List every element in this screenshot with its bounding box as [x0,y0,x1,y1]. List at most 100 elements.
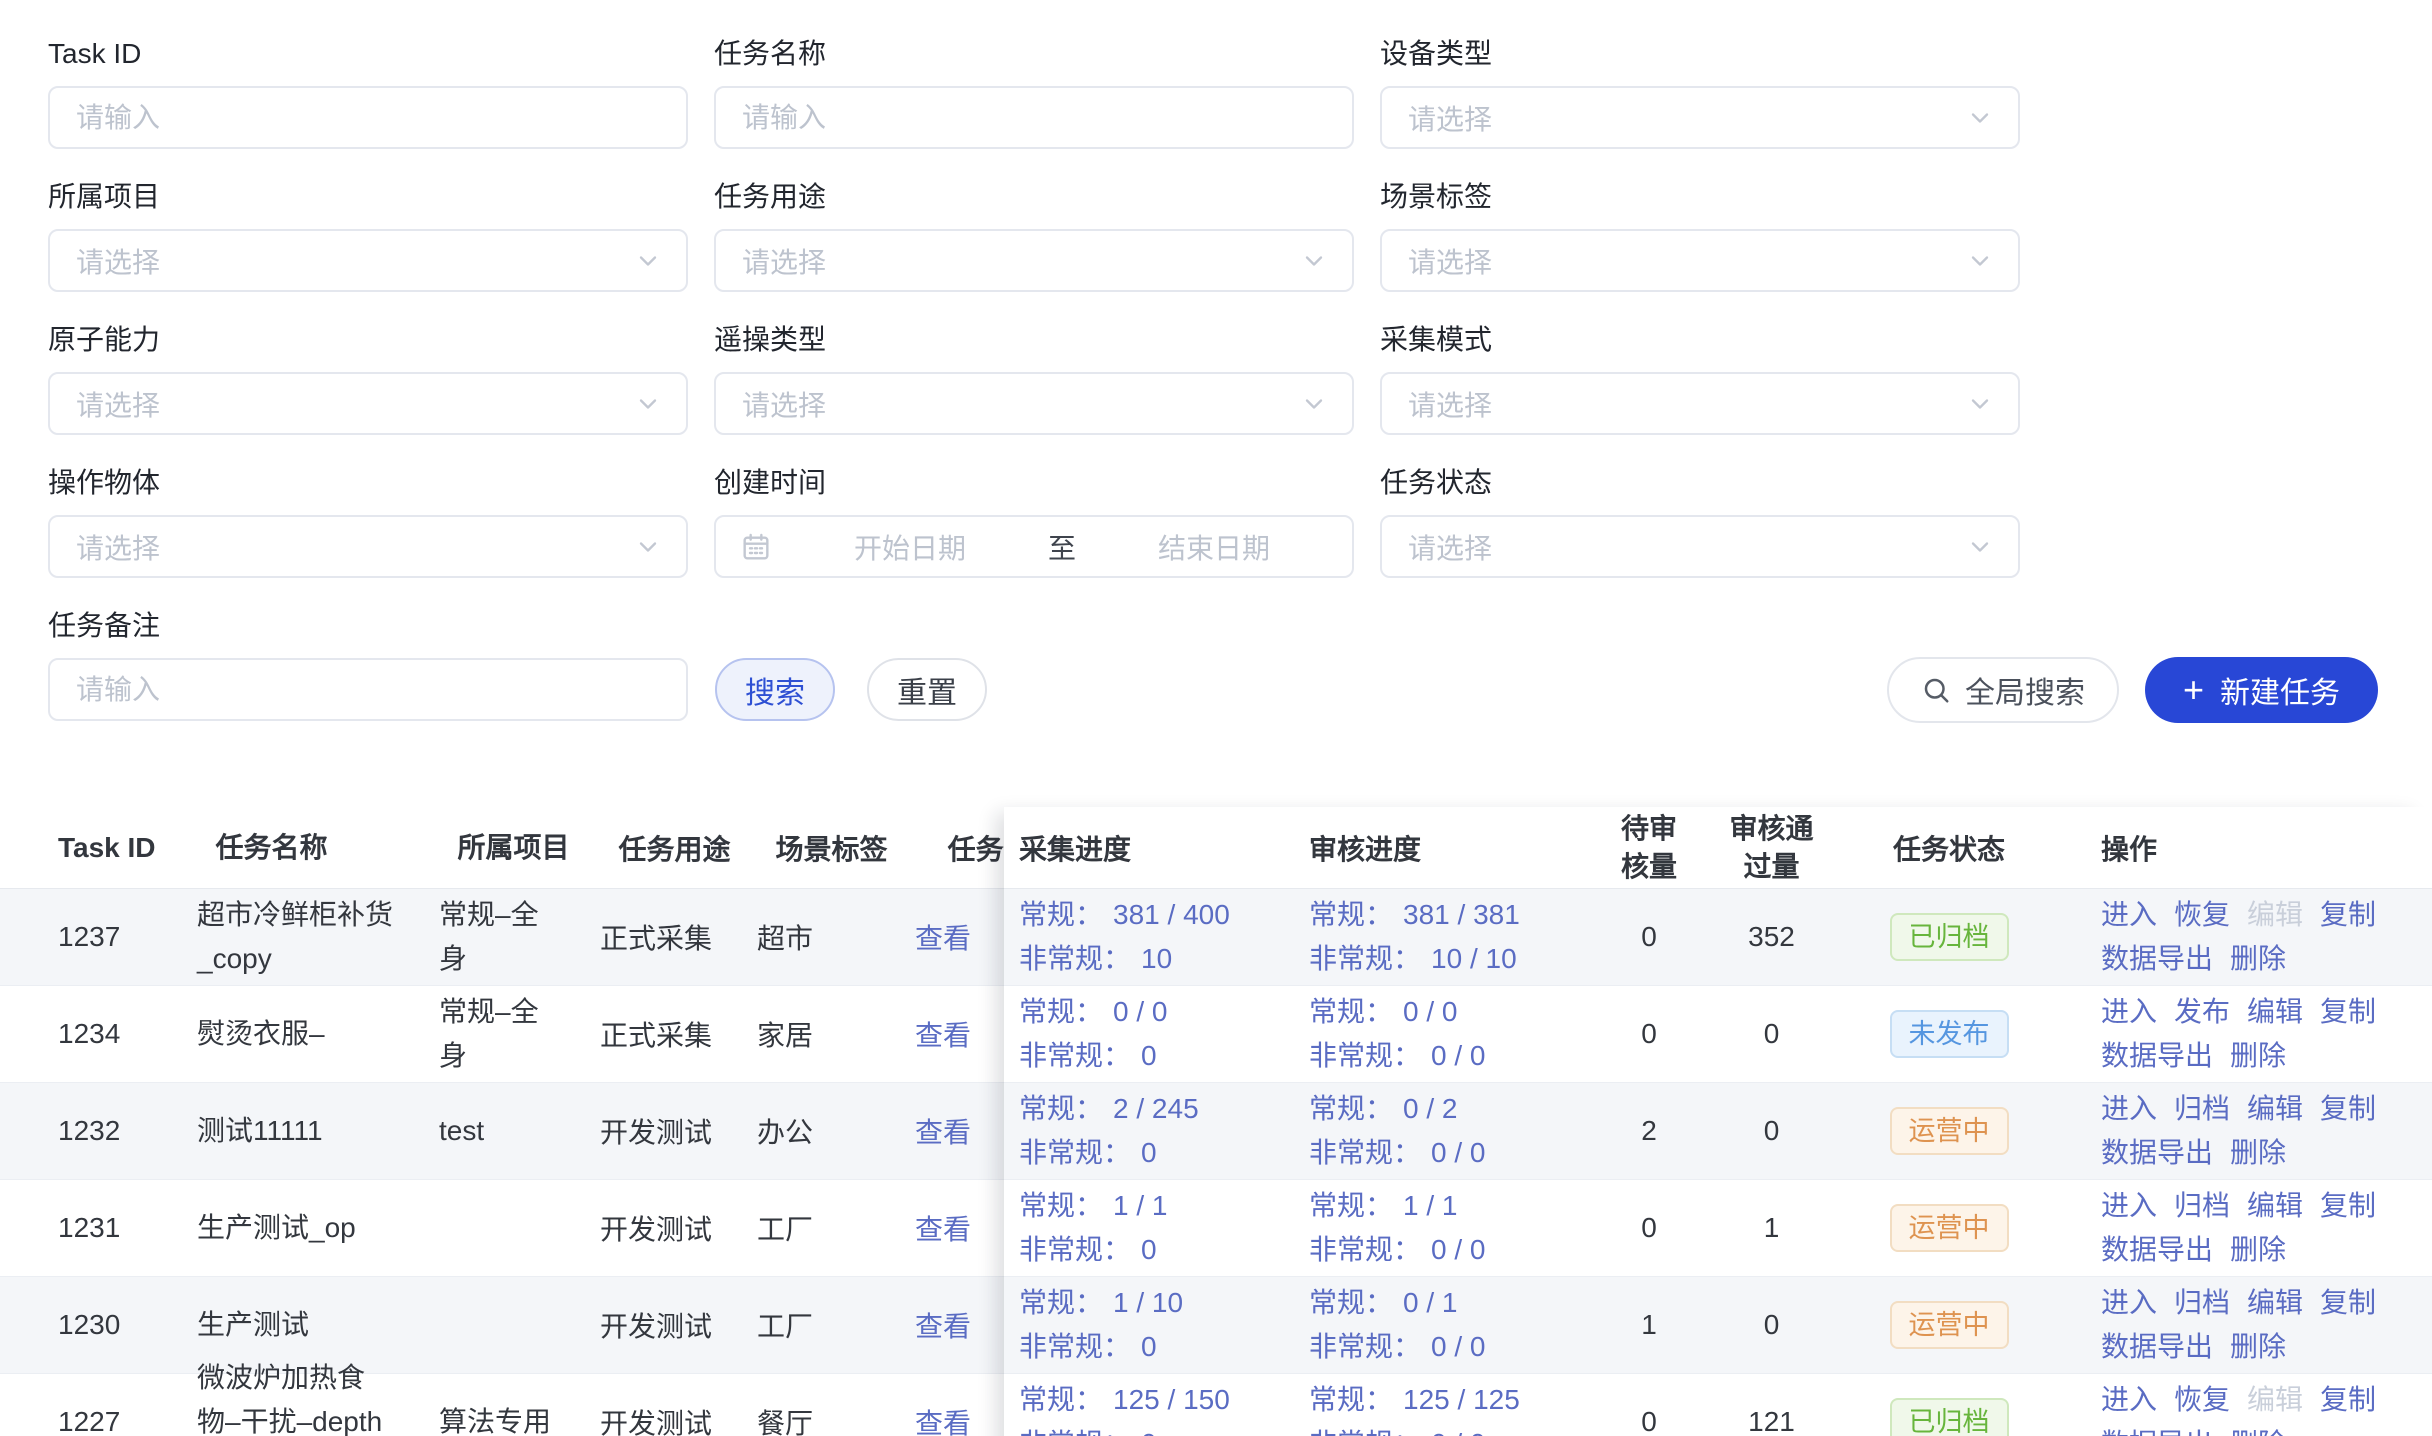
op-link[interactable]: 数据导出 [2101,941,2213,977]
cell-passed-count: 352 [1704,921,1839,953]
op-link[interactable]: 数据导出 [2101,1135,2213,1171]
op-link[interactable]: 进入 [2101,1091,2157,1127]
filter-text-input[interactable] [50,88,686,147]
op-link[interactable]: 复制 [2320,994,2376,1030]
op-link[interactable]: 复制 [2320,1091,2376,1127]
op-link[interactable]: 删除 [2230,1135,2286,1171]
op-link[interactable]: 删除 [2230,941,2286,977]
op-link[interactable]: 数据导出 [2101,1426,2213,1436]
filter-select[interactable]: 请选择 [48,229,688,292]
cell-pending-count: 0 [1594,1406,1704,1436]
filter-field: 操作物体 请选择 [48,465,688,578]
cell-review-progress: 常规：1 / 1 非常规：0 / 0 [1294,1184,1594,1272]
cell-status: 运营中 [1839,1301,2059,1349]
op-link[interactable]: 复制 [2320,897,2376,933]
reset-button[interactable]: 重置 [867,658,987,721]
filter-field-label: 任务用途 [714,179,1354,215]
cell-task-id: 1230 [0,1309,137,1341]
op-link[interactable]: 进入 [2101,1188,2157,1224]
cell-task-name: 熨烫衣服– [137,1012,407,1056]
filter-select[interactable]: 请选择 [1380,229,2020,292]
op-link[interactable]: 删除 [2230,1232,2286,1268]
cell-passed-count: 0 [1704,1018,1839,1050]
filter-select[interactable]: 请选择 [714,372,1354,435]
view-remark-link[interactable]: 查看 [915,1214,971,1245]
view-remark-link[interactable]: 查看 [915,1020,971,1051]
cell-task-id: 1227 [0,1406,137,1436]
filter-grid: Task ID 任务名称 设备类型 请选择 所属项目 请选择 任务用途 [48,36,2378,608]
col-header-task-id: Task ID [0,832,156,864]
filter-field: 任务名称 [714,36,1354,149]
cell-collect-progress: 常规：1 / 10 非常规：0 [1004,1281,1294,1369]
filter-select[interactable]: 请选择 [48,372,688,435]
date-range-picker[interactable]: 开始日期 至 结束日期 [714,515,1354,578]
op-link[interactable]: 恢复 [2174,897,2230,933]
filter-field: 任务备注 [48,608,688,721]
global-search-button[interactable]: 全局搜索 [1887,657,2119,723]
cell-task-id: 1234 [0,1018,137,1050]
op-link[interactable]: 发布 [2174,994,2230,1030]
op-link[interactable]: 归档 [2174,1188,2230,1224]
op-link[interactable]: 编辑 [2247,994,2303,1030]
col-header-remark: 任务备注 [888,828,1004,868]
op-link[interactable]: 恢复 [2174,1382,2230,1418]
op-link[interactable]: 复制 [2320,1382,2376,1418]
cell-ops: 进入发布编辑复制数据导出删除 [2059,994,2432,1074]
table-row: 1237 超市冷鲜柜补货_copy 常规–全身 正式采集 超市 查看 [0,889,1004,986]
filter-field: 遥操类型 请选择 [714,322,1354,435]
cell-purpose: 开发测试 [551,1305,717,1345]
create-task-label: 新建任务 [2220,668,2340,712]
filter-select[interactable]: 请选择 [714,229,1354,292]
collect-regular-label: 常规： [1019,899,1103,930]
op-link[interactable]: 进入 [2101,1382,2157,1418]
op-link[interactable]: 数据导出 [2101,1038,2213,1074]
op-link[interactable]: 数据导出 [2101,1329,2213,1365]
view-remark-link[interactable]: 查看 [915,1408,971,1436]
op-link[interactable]: 复制 [2320,1188,2376,1224]
op-link[interactable]: 删除 [2230,1038,2286,1074]
filter-select[interactable]: 请选择 [48,515,688,578]
op-link[interactable]: 进入 [2101,1285,2157,1321]
view-remark-link[interactable]: 查看 [915,923,971,954]
op-link[interactable]: 进入 [2101,897,2157,933]
op-link[interactable]: 编辑 [2247,1188,2303,1224]
remark-field-slot: 任务备注 [48,608,688,751]
start-date-placeholder[interactable]: 开始日期 [772,527,1048,567]
table-row-fixed: 常规：125 / 150 非常规：0 常规：125 / 125 非常规：0 / … [1004,1374,2432,1436]
cell-status: 未发布 [1839,1010,2059,1058]
col-header-collect: 采集进度 [1004,828,1294,868]
op-link[interactable]: 删除 [2230,1426,2286,1436]
op-link[interactable]: 数据导出 [2101,1232,2213,1268]
filter-text-input[interactable] [50,660,686,719]
search-button[interactable]: 搜索 [715,658,835,721]
cell-review-progress: 常规：0 / 1 非常规：0 / 0 [1294,1281,1594,1369]
op-link[interactable]: 进入 [2101,994,2157,1030]
cell-ops: 进入归档编辑复制数据导出删除 [2059,1285,2432,1365]
review-irregular-label: 非常规： [1309,1428,1421,1436]
collect-regular-label: 常规： [1019,1287,1103,1318]
op-link[interactable]: 编辑 [2247,1091,2303,1127]
filter-select[interactable]: 请选择 [1380,515,2020,578]
op-link[interactable]: 删除 [2230,1329,2286,1365]
op-link[interactable]: 复制 [2320,1285,2376,1321]
view-remark-link[interactable]: 查看 [915,1311,971,1342]
col-header-name: 任务名称 [156,826,426,870]
table-header-left: Task ID 任务名称 所属项目 任务用途 场景标签 任务备注 [0,807,1004,889]
filter-text-input[interactable] [716,88,1352,147]
ops-links: 进入归档编辑复制数据导出删除 [2101,1091,2401,1171]
filter-select[interactable]: 请选择 [1380,372,2020,435]
cell-pending-count: 0 [1594,1212,1704,1244]
cell-purpose: 开发测试 [551,1111,717,1151]
op-link[interactable]: 归档 [2174,1285,2230,1321]
status-badge: 运营中 [1890,1301,2009,1349]
cell-ops: 进入恢复编辑复制数据导出删除 [2059,1382,2432,1436]
op-link[interactable]: 归档 [2174,1091,2230,1127]
cell-purpose: 开发测试 [551,1208,717,1248]
create-task-button[interactable]: + 新建任务 [2145,657,2378,723]
cell-status: 运营中 [1839,1204,2059,1252]
filter-select[interactable]: 请选择 [1380,86,2020,149]
end-date-placeholder[interactable]: 结束日期 [1076,527,1352,567]
view-remark-link[interactable]: 查看 [915,1117,971,1148]
op-link[interactable]: 编辑 [2247,1285,2303,1321]
filter-panel: Task ID 任务名称 设备类型 请选择 所属项目 请选择 任务用途 [0,0,2432,751]
